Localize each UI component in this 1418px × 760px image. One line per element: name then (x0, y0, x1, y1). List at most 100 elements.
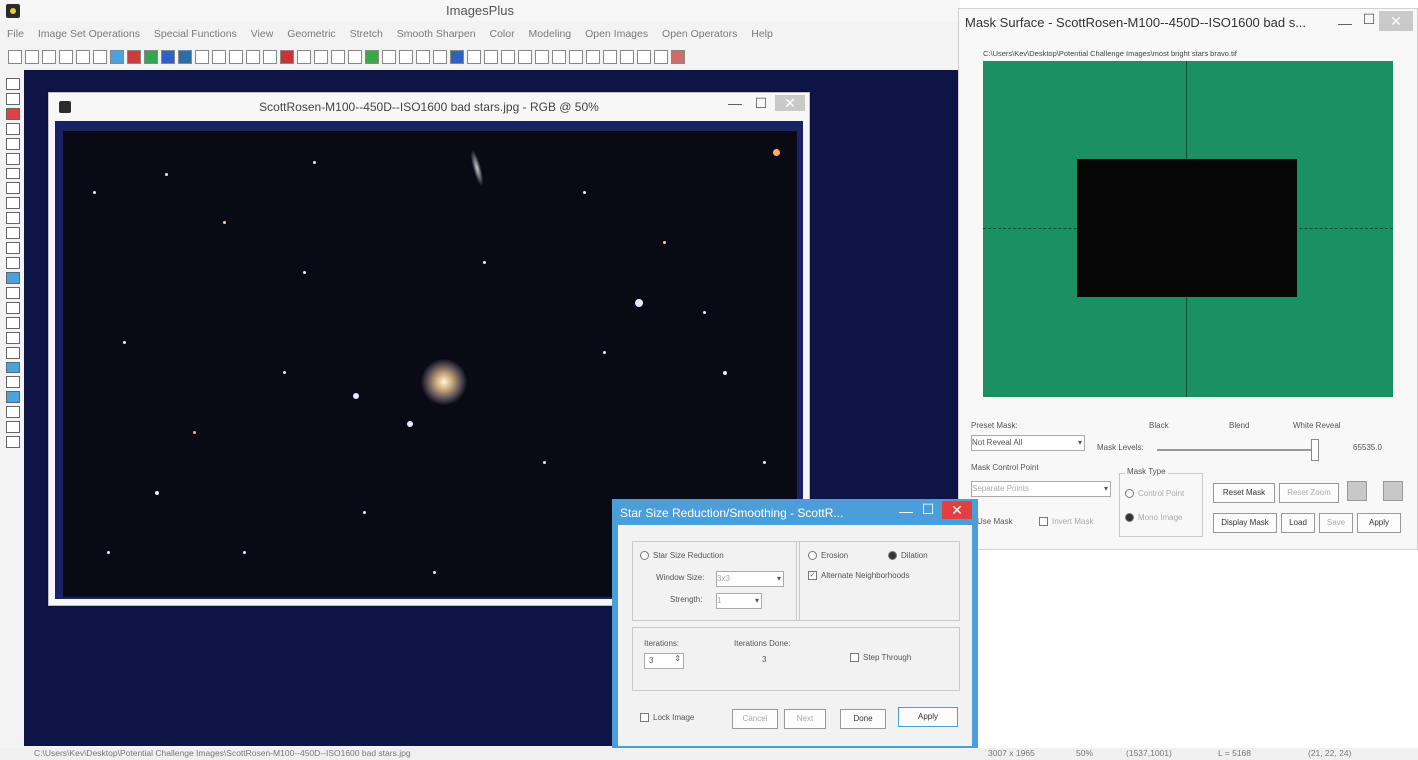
window-d-icon[interactable] (620, 50, 634, 64)
tool-10-icon[interactable] (6, 212, 20, 225)
load-button[interactable]: Load (1281, 513, 1315, 533)
redo-icon[interactable] (212, 50, 226, 64)
invert-mask-checkbox[interactable]: Invert Mask (1039, 517, 1093, 527)
histogram-icon[interactable] (331, 50, 345, 64)
window-size-select[interactable]: 3x3 ▾ (716, 571, 784, 587)
mask-region[interactable] (1077, 159, 1297, 297)
tool-12-icon[interactable] (6, 242, 20, 255)
reset-zoom-button[interactable]: Reset Zoom (1279, 483, 1339, 503)
tool-3-icon[interactable] (6, 107, 20, 120)
mask-color-swatch-2[interactable] (1383, 481, 1403, 501)
tool-7-icon[interactable] (6, 167, 20, 180)
window-e-icon[interactable] (637, 50, 651, 64)
iterations-stepper[interactable]: 3 ⇕ (644, 653, 684, 669)
mono-image-radio[interactable]: Mono Image (1125, 513, 1182, 523)
mask-control-point-select[interactable]: Separate Points ▾ (971, 481, 1111, 497)
mask-color-swatch-1[interactable] (1347, 481, 1367, 501)
tool-4-icon[interactable] (6, 122, 20, 135)
align-icon[interactable] (297, 50, 311, 64)
tool-23-icon[interactable] (6, 406, 20, 419)
apply-button[interactable]: Apply (898, 707, 958, 727)
blue-channel-icon[interactable] (161, 50, 175, 64)
new-file-icon[interactable] (8, 50, 22, 64)
tool-14-icon[interactable] (6, 271, 20, 284)
red-channel-icon[interactable] (127, 50, 141, 64)
menu-stretch[interactable]: Stretch (350, 28, 383, 40)
history-forward-icon[interactable] (246, 50, 260, 64)
menu-smooth-sharpen[interactable]: Smooth Sharpen (397, 28, 476, 40)
mask-levels-slider-track[interactable] (1157, 449, 1313, 451)
close-icon[interactable]: ✕ (1379, 11, 1413, 31)
apply-mask-button[interactable]: Apply (1357, 513, 1401, 533)
close-icon[interactable]: ✕ (942, 501, 972, 519)
strength-select[interactable]: 1 ▾ (716, 593, 762, 609)
tool-2-icon[interactable] (6, 92, 20, 105)
next-button[interactable]: Next (784, 709, 826, 729)
zoom-out-icon[interactable] (484, 50, 498, 64)
menu-special-functions[interactable]: Special Functions (154, 28, 237, 40)
camera-icon[interactable] (93, 50, 107, 64)
tool-8-icon[interactable] (6, 182, 20, 195)
undo-icon[interactable] (195, 50, 209, 64)
tool-21-icon[interactable] (6, 376, 20, 389)
resize-icon[interactable] (399, 50, 413, 64)
display-mask-button[interactable]: Display Mask (1213, 513, 1277, 533)
alternate-neighborhoods-checkbox[interactable]: ✓ Alternate Neighborhoods (808, 571, 910, 581)
tool-6-icon[interactable] (6, 152, 20, 165)
erosion-radio[interactable]: Erosion (808, 551, 848, 561)
close-icon[interactable]: ✕ (775, 95, 805, 111)
pencil-icon[interactable] (433, 50, 447, 64)
tool-24-icon[interactable] (6, 421, 20, 434)
cancel-button[interactable]: Cancel (732, 709, 778, 729)
menu-image-set-operations[interactable]: Image Set Operations (38, 28, 140, 40)
channel-combine-icon[interactable] (178, 50, 192, 64)
mark-icon[interactable] (263, 50, 277, 64)
menu-file[interactable]: File (7, 28, 24, 40)
tool-25-icon[interactable] (6, 436, 20, 449)
tool-19-icon[interactable] (6, 346, 20, 359)
control-point-radio[interactable]: Control Point (1125, 489, 1184, 499)
maximize-icon[interactable]: ☐ (914, 499, 942, 521)
menu-modeling[interactable]: Modeling (529, 28, 572, 40)
window-b-icon[interactable] (586, 50, 600, 64)
window-cascade-icon[interactable] (552, 50, 566, 64)
step-through-checkbox[interactable]: Step Through (850, 653, 911, 663)
window-tile-icon[interactable] (535, 50, 549, 64)
tool-1-icon[interactable] (6, 78, 20, 90)
star-size-reduction-radio[interactable]: Star Size Reduction (640, 551, 724, 561)
menu-help[interactable]: Help (751, 28, 773, 40)
tool-11-icon[interactable] (6, 227, 20, 240)
stack-icon[interactable] (314, 50, 328, 64)
zoom-actual-icon[interactable] (518, 50, 532, 64)
reset-mask-button[interactable]: Reset Mask (1213, 483, 1275, 503)
tool-22-icon[interactable] (6, 391, 20, 404)
tool-17-icon[interactable] (6, 316, 20, 329)
dilation-radio[interactable]: Dilation (888, 551, 928, 561)
tool-20-icon[interactable] (6, 361, 20, 374)
save-icon[interactable] (42, 50, 56, 64)
mask-levels-slider-thumb[interactable] (1311, 439, 1319, 461)
tool-5-icon[interactable] (6, 137, 20, 150)
layer-icon[interactable] (450, 50, 464, 64)
lock-image-checkbox[interactable]: Lock Image (640, 713, 694, 723)
tool-9-icon[interactable] (6, 197, 20, 210)
save-button[interactable]: Save (1319, 513, 1353, 533)
green-channel-icon[interactable] (144, 50, 158, 64)
tool-16-icon[interactable] (6, 301, 20, 314)
menu-open-images[interactable]: Open Images (585, 28, 648, 40)
minimize-icon[interactable]: — (721, 93, 749, 115)
done-button[interactable]: Done (840, 709, 886, 729)
color-tool-icon[interactable] (110, 50, 124, 64)
close-icon[interactable] (59, 50, 73, 64)
crop-icon[interactable] (382, 50, 396, 64)
menu-open-operators[interactable]: Open Operators (662, 28, 737, 40)
tool-18-icon[interactable] (6, 331, 20, 344)
grid-icon[interactable] (671, 50, 685, 64)
open-file-icon[interactable] (25, 50, 39, 64)
photo-icon[interactable] (416, 50, 430, 64)
use-mask-checkbox[interactable]: Use Mask (977, 517, 1013, 526)
point-icon[interactable] (654, 50, 668, 64)
preset-mask-select[interactable]: Not Reveal All ▾ (971, 435, 1085, 451)
zoom-in-icon[interactable] (467, 50, 481, 64)
close-all-icon[interactable] (76, 50, 90, 64)
